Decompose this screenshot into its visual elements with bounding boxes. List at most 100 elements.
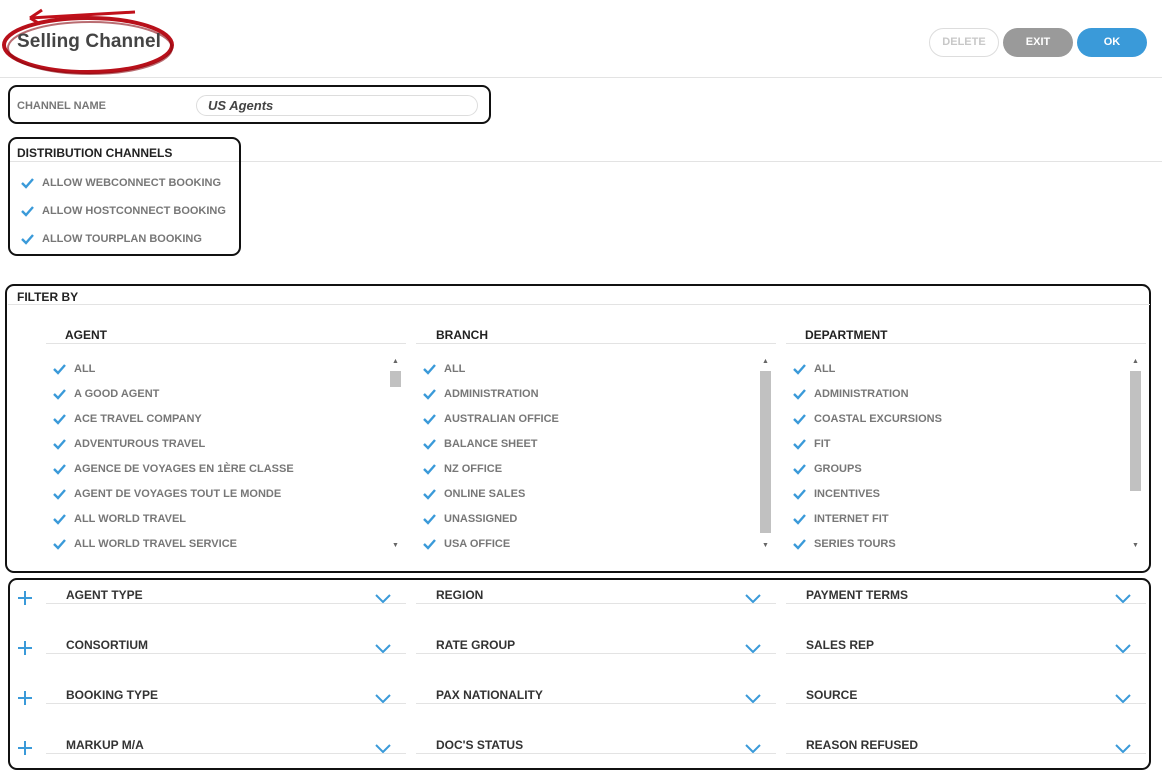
check-icon[interactable] — [51, 461, 67, 477]
allow-webconnect-option[interactable]: ALLOW WEBCONNECT BOOKING — [19, 174, 221, 192]
chevron-down-icon[interactable] — [375, 690, 391, 704]
check-icon[interactable] — [51, 536, 67, 552]
allow-hostconnect-option[interactable]: ALLOW HOSTCONNECT BOOKING — [19, 202, 226, 220]
list-item[interactable]: USA OFFICE — [421, 535, 510, 553]
check-icon[interactable] — [51, 486, 67, 502]
check-icon[interactable] — [791, 511, 807, 527]
chevron-down-icon[interactable] — [745, 640, 761, 654]
plus-icon[interactable] — [16, 589, 34, 607]
chevron-down-icon[interactable] — [745, 740, 761, 754]
check-icon[interactable] — [421, 511, 437, 527]
filter-dropdown-label[interactable]: SALES REP — [806, 638, 874, 652]
list-item[interactable]: ADMINISTRATION — [791, 385, 909, 403]
check-icon[interactable] — [51, 436, 67, 452]
scroll-up-icon[interactable]: ▲ — [1130, 357, 1141, 367]
ok-button[interactable]: OK — [1077, 28, 1147, 57]
plus-icon[interactable] — [16, 739, 34, 757]
filter-dropdown-label[interactable]: BOOKING TYPE — [66, 688, 158, 702]
list-item[interactable]: BALANCE SHEET — [421, 435, 538, 453]
list-item[interactable]: ONLINE SALES — [421, 485, 525, 503]
chevron-down-icon[interactable] — [375, 740, 391, 754]
check-icon[interactable] — [791, 461, 807, 477]
scroll-down-icon[interactable]: ▼ — [1130, 541, 1141, 551]
filter-dropdown-label[interactable]: AGENT TYPE — [66, 588, 143, 602]
list-item-label: NZ OFFICE — [444, 463, 503, 475]
filter-dropdown-label[interactable]: MARKUP M/A — [66, 738, 144, 752]
check-icon[interactable] — [421, 486, 437, 502]
chevron-down-icon[interactable] — [1115, 740, 1131, 754]
list-item[interactable]: INTERNET FIT — [791, 510, 889, 528]
chevron-down-icon[interactable] — [375, 640, 391, 654]
list-item[interactable]: ADMINISTRATION — [421, 385, 539, 403]
list-item[interactable]: ALL — [51, 360, 95, 378]
check-icon[interactable] — [791, 386, 807, 402]
exit-button[interactable]: EXIT — [1003, 28, 1073, 57]
list-item[interactable]: ALL WORLD TRAVEL — [51, 510, 186, 528]
list-item[interactable]: ALL — [421, 360, 465, 378]
filter-dropdown-label[interactable]: SOURCE — [806, 688, 857, 702]
list-item[interactable]: GROUPS — [791, 460, 862, 478]
list-item[interactable]: ALL — [791, 360, 835, 378]
list-item[interactable]: ALL WORLD TRAVEL SERVICE — [51, 535, 237, 553]
plus-icon[interactable] — [16, 639, 34, 657]
list-item[interactable]: NZ OFFICE — [421, 460, 502, 478]
chevron-down-icon[interactable] — [375, 590, 391, 604]
check-icon[interactable] — [791, 486, 807, 502]
chevron-down-icon[interactable] — [1115, 690, 1131, 704]
list-item[interactable]: FIT — [791, 435, 831, 453]
list-item[interactable]: AGENT DE VOYAGES TOUT LE MONDE — [51, 485, 281, 503]
check-icon[interactable] — [421, 361, 437, 377]
channel-name-input[interactable]: US Agents — [196, 95, 478, 116]
plus-icon[interactable] — [16, 689, 34, 707]
chevron-down-icon[interactable] — [1115, 640, 1131, 654]
chevron-down-icon[interactable] — [745, 590, 761, 604]
scroll-thumb[interactable] — [1130, 371, 1141, 491]
filter-dropdown-label[interactable]: DOC'S STATUS — [436, 738, 523, 752]
list-item[interactable]: INCENTIVES — [791, 485, 880, 503]
agent-scrollbar[interactable]: ▲ ▼ — [387, 355, 401, 554]
delete-button[interactable]: DELETE — [929, 28, 999, 57]
scroll-down-icon[interactable]: ▼ — [760, 541, 771, 551]
branch-scrollbar[interactable]: ▲ ▼ — [757, 355, 771, 554]
check-icon[interactable] — [791, 536, 807, 552]
department-scrollbar[interactable]: ▲ ▼ — [1127, 355, 1141, 554]
list-item[interactable]: ACE TRAVEL COMPANY — [51, 410, 202, 428]
allow-tourplan-option[interactable]: ALLOW TOURPLAN BOOKING — [19, 230, 202, 248]
list-item[interactable]: A GOOD AGENT — [51, 385, 159, 403]
filter-dropdown-label[interactable]: REGION — [436, 588, 483, 602]
list-item-label: ADMINISTRATION — [444, 388, 539, 400]
check-icon[interactable] — [51, 411, 67, 427]
check-icon[interactable] — [421, 536, 437, 552]
list-item[interactable]: ADVENTUROUS TRAVEL — [51, 435, 205, 453]
list-item[interactable]: UNASSIGNED — [421, 510, 517, 528]
scroll-down-icon[interactable]: ▼ — [390, 541, 401, 551]
check-icon[interactable] — [421, 411, 437, 427]
filter-dropdown-label[interactable]: PAX NATIONALITY — [436, 688, 543, 702]
check-icon[interactable] — [791, 411, 807, 427]
check-icon[interactable] — [421, 436, 437, 452]
list-item[interactable]: AUSTRALIAN OFFICE — [421, 410, 559, 428]
check-icon[interactable] — [19, 231, 35, 247]
check-icon[interactable] — [51, 511, 67, 527]
scroll-up-icon[interactable]: ▲ — [390, 357, 401, 367]
filter-dropdown-label[interactable]: REASON REFUSED — [806, 738, 918, 752]
chevron-down-icon[interactable] — [745, 690, 761, 704]
filter-dropdown-label[interactable]: PAYMENT TERMS — [806, 588, 908, 602]
scroll-thumb[interactable] — [760, 371, 771, 533]
check-icon[interactable] — [421, 461, 437, 477]
filter-dropdown-label[interactable]: RATE GROUP — [436, 638, 515, 652]
check-icon[interactable] — [51, 361, 67, 377]
scroll-up-icon[interactable]: ▲ — [760, 357, 771, 367]
filter-dropdown-label[interactable]: CONSORTIUM — [66, 638, 148, 652]
list-item[interactable]: SERIES TOURS — [791, 535, 896, 553]
check-icon[interactable] — [51, 386, 67, 402]
list-item[interactable]: AGENCE DE VOYAGES EN 1ÈRE CLASSE — [51, 460, 294, 478]
check-icon[interactable] — [19, 203, 35, 219]
check-icon[interactable] — [791, 361, 807, 377]
list-item[interactable]: COASTAL EXCURSIONS — [791, 410, 942, 428]
scroll-thumb[interactable] — [390, 371, 401, 387]
check-icon[interactable] — [791, 436, 807, 452]
check-icon[interactable] — [421, 386, 437, 402]
chevron-down-icon[interactable] — [1115, 590, 1131, 604]
check-icon[interactable] — [19, 175, 35, 191]
